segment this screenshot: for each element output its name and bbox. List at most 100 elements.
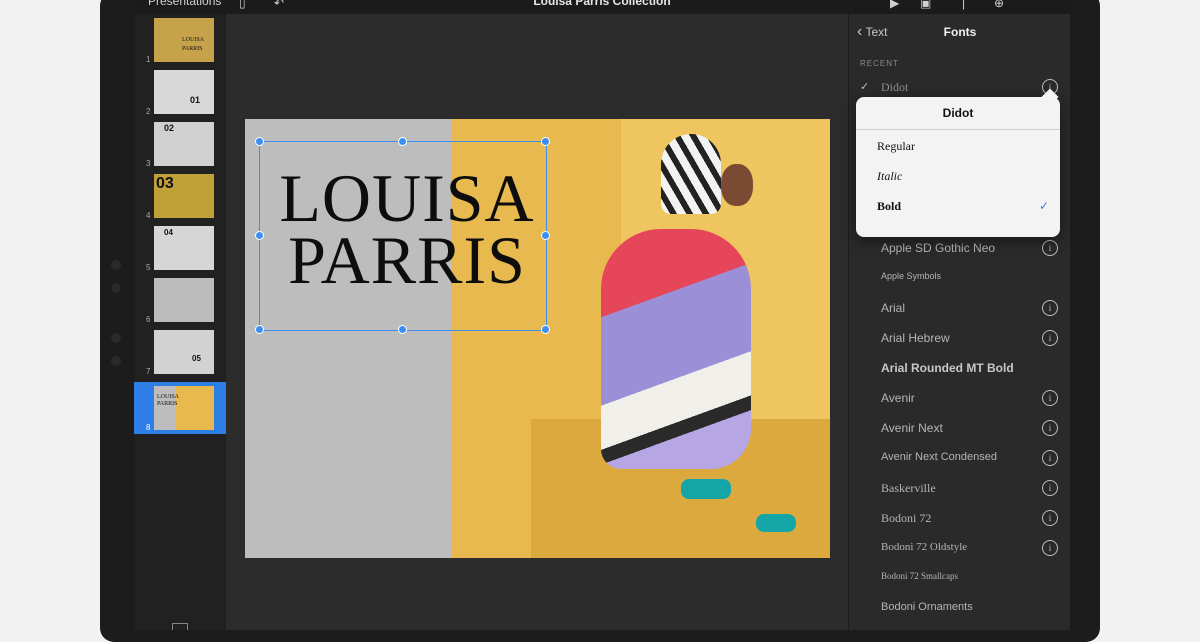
section-recent: RECENT <box>860 59 899 68</box>
resize-handle[interactable] <box>541 137 550 146</box>
font-row[interactable]: Apple Symbols <box>849 263 1070 293</box>
slide-thumbnail[interactable]: 05 7 <box>134 326 226 378</box>
divider <box>856 129 1060 130</box>
slide-preview-text: 01 <box>190 95 201 105</box>
slide-preview: LOUISA PARRIS <box>154 18 214 62</box>
panel-header: ‹ Text Fonts <box>849 14 1070 50</box>
font-name: Arial Rounded MT Bold <box>881 361 1014 375</box>
slide-preview-text: 04 <box>164 228 173 237</box>
slide-preview-text: 03 <box>156 175 174 192</box>
font-row[interactable]: Arial Hebrew i <box>849 323 1070 353</box>
slide-preview: LOUISA PARRIS <box>154 386 214 430</box>
resize-handle[interactable] <box>541 231 550 240</box>
font-name: Bodoni 72 Oldstyle <box>881 541 968 553</box>
info-icon[interactable]: i <box>1042 480 1058 496</box>
font-row[interactable]: Bodoni 72 i <box>849 503 1070 533</box>
resize-handle[interactable] <box>398 325 407 334</box>
selection-box <box>259 141 547 331</box>
font-name: Apple SD Gothic Neo <box>881 241 996 255</box>
photo-figure-face <box>721 164 753 206</box>
slide-preview <box>154 278 214 322</box>
info-icon[interactable]: i <box>1042 450 1058 466</box>
slide-thumbnail[interactable]: 6 <box>134 274 226 326</box>
photo-figure-shoe <box>756 514 796 532</box>
slide-preview-photo <box>176 386 214 430</box>
font-name: Baskerville <box>881 481 936 495</box>
slide-number: 2 <box>146 107 151 116</box>
toolbar: Presentations ▯ ↶ Louisa Parris Collecti… <box>134 0 1070 14</box>
info-icon[interactable]: i <box>1042 330 1058 346</box>
app-screen: Presentations ▯ ↶ Louisa Parris Collecti… <box>134 0 1070 630</box>
font-row[interactable]: Apple SD Gothic Neo i <box>849 233 1070 263</box>
font-row[interactable]: Bodoni Ornaments <box>849 593 1070 623</box>
font-name: Bodoni 72 <box>881 511 932 525</box>
camera-dot <box>111 283 121 293</box>
slide-thumbnail[interactable]: 01 2 <box>134 66 226 118</box>
font-name: Arial Hebrew <box>881 331 950 345</box>
slide-number: 4 <box>146 211 151 220</box>
checkmark-icon: ✓ <box>1039 199 1050 213</box>
info-icon[interactable]: i <box>1042 240 1058 256</box>
collaborate-icon[interactable]: ⊕ <box>994 0 1004 10</box>
info-icon[interactable]: i <box>1042 300 1058 316</box>
resize-handle[interactable] <box>255 137 264 146</box>
resize-handle[interactable] <box>255 231 264 240</box>
slide-navigator: LOUISA PARRIS 1 01 2 02 3 03 4 04 5 6 05… <box>134 14 226 630</box>
font-row[interactable]: Bodoni 72 Oldstyle i <box>849 533 1070 563</box>
resize-handle[interactable] <box>398 137 407 146</box>
font-name: Bodoni 72 Smallcaps <box>881 571 958 581</box>
slide-number: 5 <box>146 263 151 272</box>
slide-preview: 01 <box>154 70 214 114</box>
add-icon[interactable]: | <box>962 0 965 10</box>
font-row[interactable]: Avenir Next i <box>849 413 1070 443</box>
font-row[interactable]: Avenir Next Condensed i <box>849 443 1070 473</box>
photo-figure-dress <box>601 229 751 469</box>
slide-preview: 05 <box>154 330 214 374</box>
checkmark-icon: ✓ <box>860 81 870 93</box>
add-slide-icon[interactable] <box>172 623 188 630</box>
slide-number: 6 <box>146 315 151 324</box>
font-name: Avenir <box>881 391 915 405</box>
style-option-regular[interactable]: Regular <box>877 139 915 154</box>
slide-preview-text: 05 <box>192 354 201 363</box>
font-row[interactable]: Baskerville i <box>849 473 1070 503</box>
slide-number: 3 <box>146 159 151 168</box>
slide-thumbnail[interactable]: 02 3 <box>134 118 226 170</box>
slide-number: 8 <box>146 423 151 432</box>
slide-preview: 02 <box>154 122 214 166</box>
slide-thumbnail[interactable]: LOUISA PARRIS 1 <box>134 14 226 66</box>
info-icon[interactable]: i <box>1042 540 1058 556</box>
info-icon[interactable]: i <box>1042 420 1058 436</box>
slide-preview: 03 <box>154 174 214 218</box>
slide-number: 1 <box>146 55 151 64</box>
info-icon[interactable]: i <box>1042 510 1058 526</box>
popover-title: Didot <box>942 106 974 120</box>
slide-thumbnail[interactable]: 04 5 <box>134 222 226 274</box>
slide-thumbnail-selected[interactable]: LOUISA PARRIS 8 <box>134 382 226 434</box>
slide-thumbnail[interactable]: 03 4 <box>134 170 226 222</box>
current-slide[interactable]: LOUISA PARRIS <box>245 119 830 558</box>
slide-canvas[interactable]: LOUISA PARRIS <box>226 14 848 630</box>
font-row[interactable]: Arial Rounded MT Bold <box>849 353 1070 383</box>
font-name: Bodoni Ornaments <box>881 601 973 613</box>
font-name: Didot <box>881 80 909 94</box>
slide-preview-text: LOUISA PARRIS <box>157 394 179 407</box>
resize-handle[interactable] <box>255 325 264 334</box>
style-option-bold[interactable]: Bold <box>877 199 901 214</box>
slide-preview-text: 02 <box>164 123 175 133</box>
panel-title: Fonts <box>943 25 977 39</box>
play-icon[interactable]: ▶ <box>890 0 899 10</box>
font-name: Arial <box>881 301 906 315</box>
slide-preview: 04 <box>154 226 214 270</box>
style-option-italic[interactable]: Italic <box>877 169 902 184</box>
font-name: Avenir Next Condensed <box>881 451 997 463</box>
info-icon[interactable]: i <box>1042 390 1058 406</box>
font-row[interactable]: Avenir i <box>849 383 1070 413</box>
slide-preview-text: LOUISA PARRIS <box>182 37 204 52</box>
resize-handle[interactable] <box>541 325 550 334</box>
font-style-popover: Didot Regular Italic Bold ✓ <box>856 97 1060 237</box>
font-row[interactable]: Bodoni 72 Smallcaps <box>849 563 1070 593</box>
format-icon[interactable]: ▣ <box>920 0 931 10</box>
camera-dot <box>111 356 121 366</box>
font-row[interactable]: Arial i <box>849 293 1070 323</box>
